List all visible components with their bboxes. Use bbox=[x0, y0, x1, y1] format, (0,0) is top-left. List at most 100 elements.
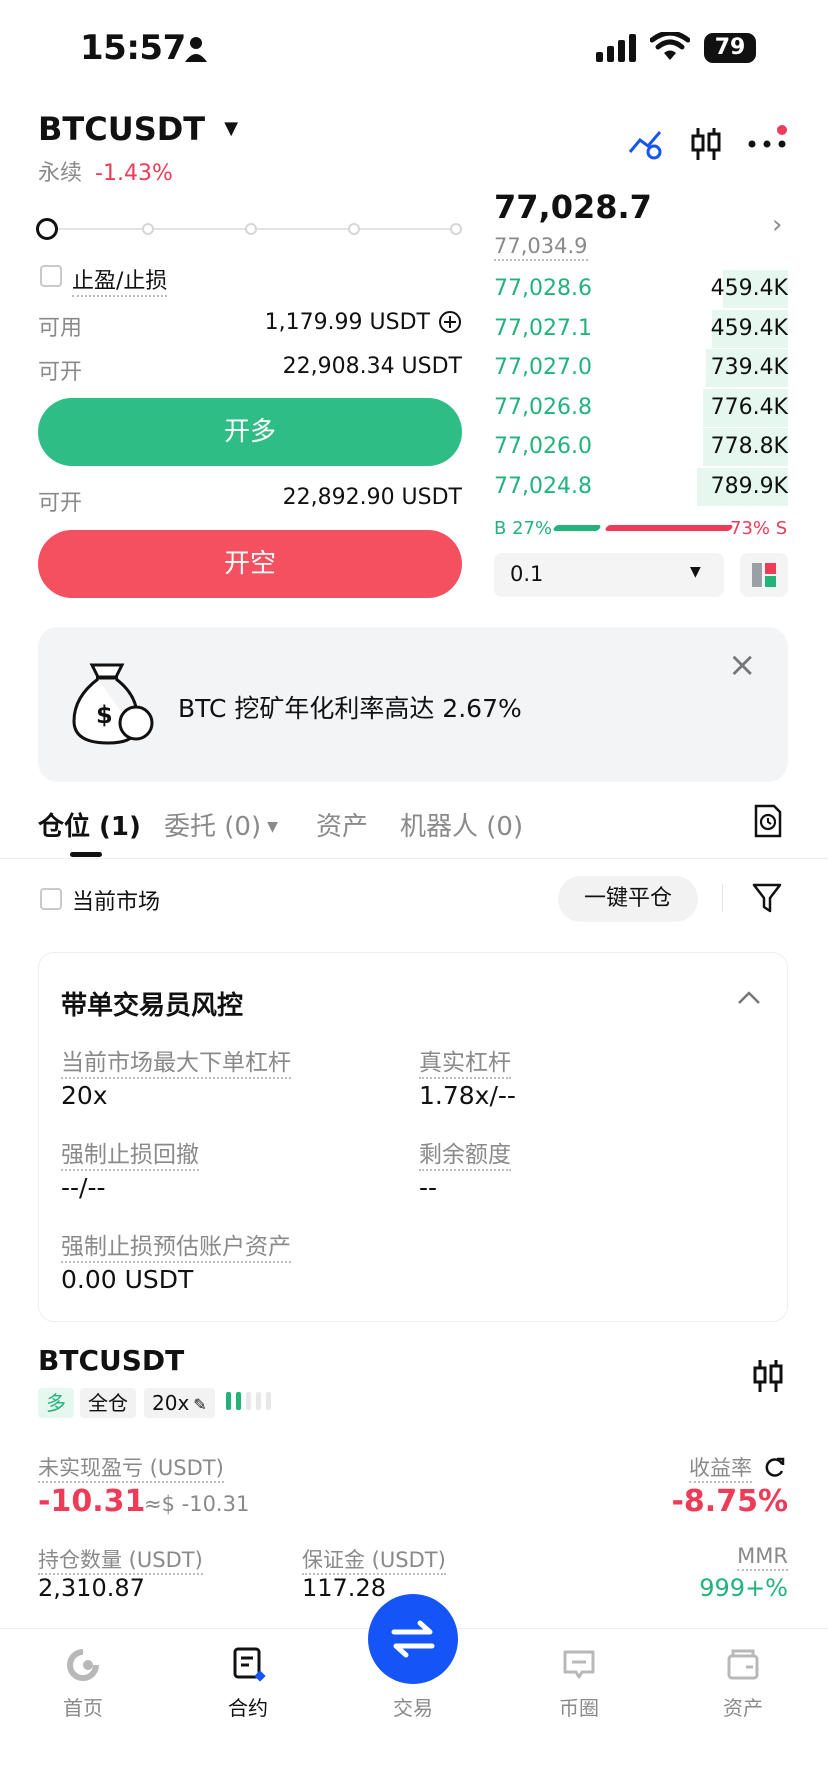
tp-sl-checkbox[interactable] bbox=[40, 265, 62, 287]
tab-orders[interactable]: 委托 (0) ▼ bbox=[164, 806, 278, 843]
pair-name: BTCUSDT bbox=[38, 110, 206, 148]
caret-down-icon: ▼ bbox=[267, 819, 278, 835]
slider-step[interactable] bbox=[142, 223, 154, 235]
trend-chart-icon[interactable] bbox=[628, 128, 664, 160]
remaining-quota-label: 剩余额度 bbox=[419, 1135, 511, 1171]
buy-ratio: B 27% bbox=[494, 518, 553, 539]
tab-bots[interactable]: 机器人 (0) bbox=[400, 806, 523, 843]
margin-mode-tag: 全仓 bbox=[80, 1388, 136, 1418]
forced-sl-drawdown-label: 强制止损回撤 bbox=[61, 1135, 199, 1171]
orderbook-row[interactable]: 77,027.1 459.4K bbox=[494, 309, 788, 348]
forced-sl-assets-label: 强制止损预估账户资产 bbox=[61, 1227, 291, 1263]
bid-price: 77,026.0 bbox=[494, 434, 592, 459]
bid-price: 77,024.8 bbox=[494, 473, 592, 499]
chevron-up-icon[interactable] bbox=[737, 989, 761, 1005]
position-size-label: 持仓数量 (USDT) bbox=[38, 1544, 203, 1575]
money-bag-icon: $ bbox=[72, 663, 154, 745]
orderbook-row[interactable]: 77,027.0 739.4K bbox=[494, 349, 788, 387]
real-leverage-value: 1.78x/-- bbox=[419, 1081, 516, 1110]
orderbook-row[interactable]: 77,024.8 789.9K bbox=[494, 467, 788, 506]
assets-icon[interactable] bbox=[726, 1648, 760, 1682]
available-value: 1,179.99 USDT bbox=[264, 310, 430, 335]
chevron-right-icon[interactable]: › bbox=[772, 210, 782, 240]
contract-icon[interactable] bbox=[232, 1646, 266, 1682]
more-icon[interactable] bbox=[748, 124, 788, 154]
mark-price: 77,034.9 bbox=[494, 234, 588, 261]
bid-size: 778.8K bbox=[710, 434, 788, 459]
active-tab-indicator bbox=[70, 852, 102, 857]
battery-indicator: 79 bbox=[704, 33, 756, 63]
bid-size: 776.4K bbox=[710, 394, 788, 420]
slider-step[interactable] bbox=[450, 223, 462, 235]
close-icon[interactable]: × bbox=[728, 645, 757, 685]
orderbook-layout-button[interactable] bbox=[740, 553, 788, 597]
slider-handle[interactable] bbox=[36, 218, 58, 240]
risk-control-card: 带单交易员风控 当前市场最大下单杠杆 20x 真实杠杆 1.78x/-- 强制止… bbox=[38, 952, 788, 1322]
forced-sl-drawdown-value: --/-- bbox=[61, 1173, 106, 1202]
bid-size: 459.4K bbox=[710, 315, 788, 341]
nav-home[interactable]: 首页 bbox=[23, 1692, 143, 1721]
home-icon[interactable] bbox=[66, 1648, 100, 1682]
open-short-button[interactable]: 开空 bbox=[38, 530, 462, 598]
risk-card-title: 带单交易员风控 bbox=[61, 991, 244, 1021]
close-all-button[interactable]: 一键平仓 bbox=[558, 876, 698, 922]
edit-icon: ✎ bbox=[193, 1395, 207, 1414]
current-market-label[interactable]: 当前市场 bbox=[72, 884, 160, 916]
status-time: 15:57 bbox=[80, 28, 186, 68]
orderbook-row[interactable]: 77,026.0 778.8K bbox=[494, 428, 788, 466]
swap-icon bbox=[391, 1620, 435, 1658]
forced-sl-assets-value: 0.00 USDT bbox=[61, 1265, 194, 1294]
tabs-divider bbox=[0, 858, 828, 859]
slider-step[interactable] bbox=[245, 223, 257, 235]
tp-sl-label[interactable]: 止盈/止损 bbox=[72, 263, 168, 297]
add-funds-icon[interactable] bbox=[438, 310, 462, 334]
leverage-tag[interactable]: 20x ✎ bbox=[144, 1388, 215, 1418]
caret-down-icon: ▼ bbox=[224, 118, 239, 139]
bid-price: 77,027.0 bbox=[494, 355, 592, 380]
buy-ratio-bar bbox=[552, 525, 602, 531]
price-change: -1.43% bbox=[95, 161, 173, 186]
candlestick-icon[interactable] bbox=[752, 1358, 784, 1394]
roe-value: -8.75% bbox=[671, 1484, 788, 1519]
nav-community[interactable]: 币圈 bbox=[519, 1692, 639, 1721]
trade-fab[interactable] bbox=[368, 1594, 458, 1684]
bid-price: 77,028.6 bbox=[494, 276, 592, 301]
open-long-button[interactable]: 开多 bbox=[38, 398, 462, 466]
nav-trade[interactable]: 交易 bbox=[353, 1692, 473, 1721]
precision-select[interactable]: 0.1 ▼ bbox=[494, 553, 724, 597]
adl-indicator bbox=[226, 1392, 271, 1410]
current-market-checkbox[interactable] bbox=[40, 888, 62, 910]
orderbook-row[interactable]: 77,028.6 459.4K bbox=[494, 270, 788, 308]
filter-icon[interactable] bbox=[752, 882, 782, 914]
tab-assets[interactable]: 资产 bbox=[316, 806, 368, 843]
pair-selector[interactable]: BTCUSDT ▼ bbox=[38, 110, 238, 148]
tab-positions[interactable]: 仓位 (1) bbox=[38, 806, 141, 843]
margin-label: 保证金 (USDT) bbox=[302, 1544, 446, 1575]
person-icon bbox=[185, 37, 207, 62]
nav-contract[interactable]: 合约 bbox=[188, 1692, 308, 1721]
share-refresh-icon[interactable] bbox=[764, 1456, 786, 1478]
bid-price: 77,027.1 bbox=[494, 315, 592, 341]
upnl-label: 未实现盈亏 (USDT) bbox=[38, 1452, 224, 1483]
bid-price: 77,026.8 bbox=[494, 394, 592, 420]
bid-size: 789.9K bbox=[710, 473, 788, 499]
mmr-label: MMR bbox=[650, 1544, 788, 1571]
svg-text:$: $ bbox=[96, 701, 113, 729]
orderbook-row[interactable]: 77,026.8 776.4K bbox=[494, 388, 788, 427]
bid-size: 739.4K bbox=[710, 355, 788, 380]
history-icon[interactable] bbox=[752, 804, 782, 838]
nav-assets[interactable]: 资产 bbox=[683, 1692, 803, 1721]
candlestick-icon[interactable] bbox=[690, 126, 722, 162]
position-pair[interactable]: BTCUSDT bbox=[38, 1344, 184, 1377]
max-leverage-value: 20x bbox=[61, 1081, 108, 1110]
promo-banner[interactable]: $ BTC 挖矿年化利率高达 2.67% × bbox=[38, 627, 788, 782]
sell-ratio: 73% S bbox=[730, 518, 788, 539]
contract-info: 永续 -1.43% bbox=[38, 155, 173, 187]
divider bbox=[722, 884, 723, 912]
slider-step[interactable] bbox=[348, 223, 360, 235]
bid-size: 459.4K bbox=[710, 276, 788, 301]
open-long-value: 22,908.34 USDT bbox=[282, 354, 462, 379]
open-long-label: 可开 bbox=[38, 360, 83, 385]
roe-label: 收益率 bbox=[650, 1452, 752, 1483]
community-icon[interactable] bbox=[562, 1648, 596, 1682]
